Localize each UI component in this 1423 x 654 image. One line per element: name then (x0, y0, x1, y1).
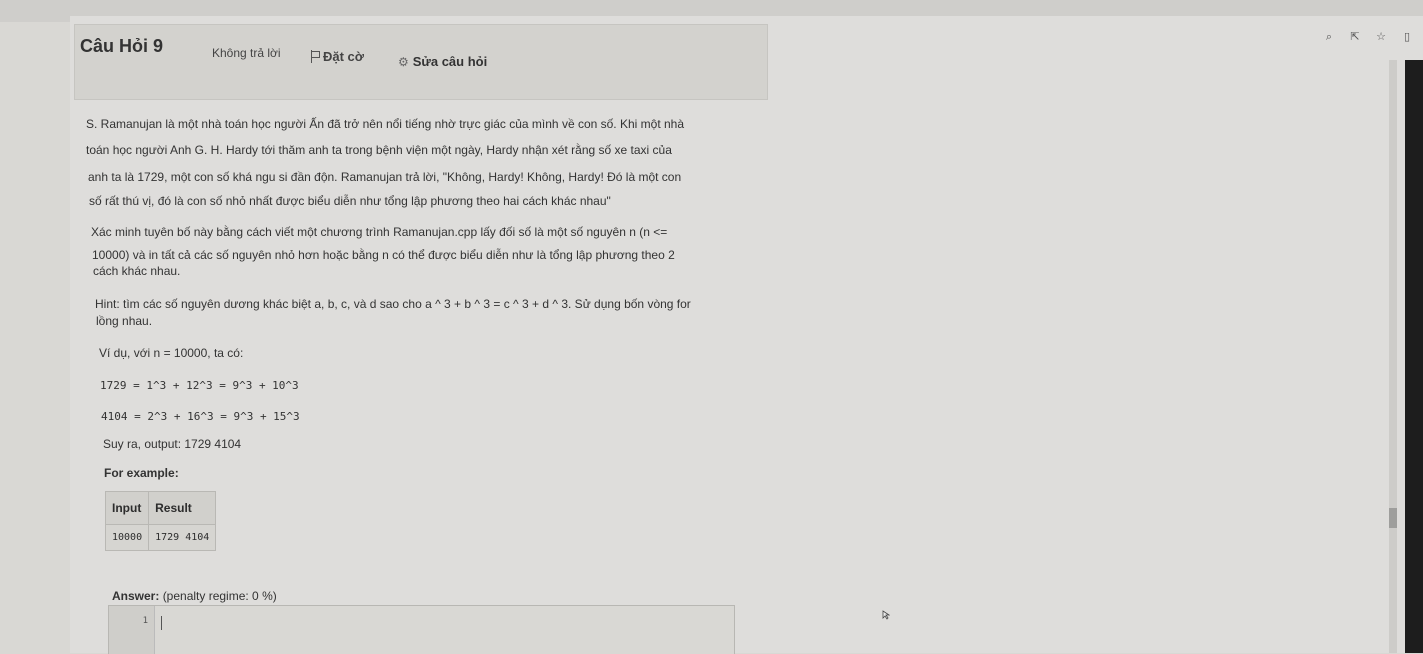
body-p2-line2: 10000) và in tất cả các số nguyên nhỏ hơ… (92, 248, 675, 262)
share-icon[interactable]: ⇱ (1349, 30, 1361, 44)
panel-icon[interactable]: ▯ (1401, 30, 1413, 44)
page-background (70, 16, 1423, 653)
question-state: Không trả lời (212, 46, 281, 60)
text-cursor (161, 616, 162, 630)
edit-label: Sửa câu hỏi (412, 54, 488, 69)
body-p1-line1: S. Ramanujan là một nhà toán học người Ấ… (86, 117, 685, 131)
mouse-pointer-icon (882, 610, 890, 620)
body-p1-line3: anh ta là 1729, một con số khá ngu si đầ… (88, 170, 682, 184)
table-cell-result: 1729 4104 (148, 524, 217, 551)
table-header-row: Input Result (104, 491, 217, 525)
body-p3-line1: Hint: tìm các số nguyên dương khác biệt … (95, 297, 691, 311)
edit-question-link[interactable]: ⚙ Sửa câu hỏi (398, 54, 487, 69)
screen-bezel (1405, 60, 1423, 653)
example-intro: Ví dụ, với n = 10000, ta có: (99, 346, 244, 360)
conclusion: Suy ra, output: 1729 4104 (103, 437, 242, 451)
page-scrollbar[interactable] (1389, 60, 1397, 653)
body-p1-line2: toán học người Anh G. H. Hardy tới thăm … (86, 143, 672, 157)
table-header-input: Input (104, 491, 150, 525)
line-number-gutter: 1 (109, 606, 155, 654)
flag-icon (310, 49, 320, 64)
browser-toolbar-icons: ⌕ ⇱ ☆ ▯ (1323, 30, 1413, 44)
body-p3-line2: lồng nhau. (96, 314, 153, 328)
answer-label-row: Answer: (penalty regime: 0 %) (112, 589, 277, 603)
penalty-regime: (penalty regime: 0 %) (162, 589, 277, 603)
zoom-icon[interactable]: ⌕ (1323, 30, 1335, 44)
table-cell-input: 10000 (104, 524, 150, 551)
table-row: 10000 1729 4104 (104, 524, 217, 551)
gear-icon: ⚙ (398, 54, 409, 69)
star-icon[interactable]: ☆ (1375, 30, 1387, 44)
question-title: Câu Hỏi 9 (80, 36, 164, 56)
body-p1-line4: số rất thú vị, đó là con số nhỏ nhất đượ… (89, 194, 611, 208)
flag-question-link[interactable]: Đặt cờ (310, 49, 364, 64)
scrollbar-thumb[interactable] (1389, 508, 1397, 528)
equation-4104: 4104 = 2^3 + 16^3 = 9^3 + 15^3 (101, 410, 300, 423)
table-header-result: Result (148, 491, 217, 525)
equation-1729: 1729 = 1^3 + 12^3 = 9^3 + 10^3 (100, 379, 299, 392)
answer-label: Answer: (112, 589, 160, 603)
body-p2-line3: cách khác nhau. (93, 264, 181, 278)
example-table: Input Result 10000 1729 4104 (104, 491, 217, 551)
flag-label: Đặt cờ (323, 49, 365, 64)
for-example-heading: For example: (104, 466, 179, 480)
body-p2-line1: Xác minh tuyên bố này bằng cách viết một… (91, 225, 668, 239)
code-editor[interactable]: 1 (108, 605, 735, 654)
